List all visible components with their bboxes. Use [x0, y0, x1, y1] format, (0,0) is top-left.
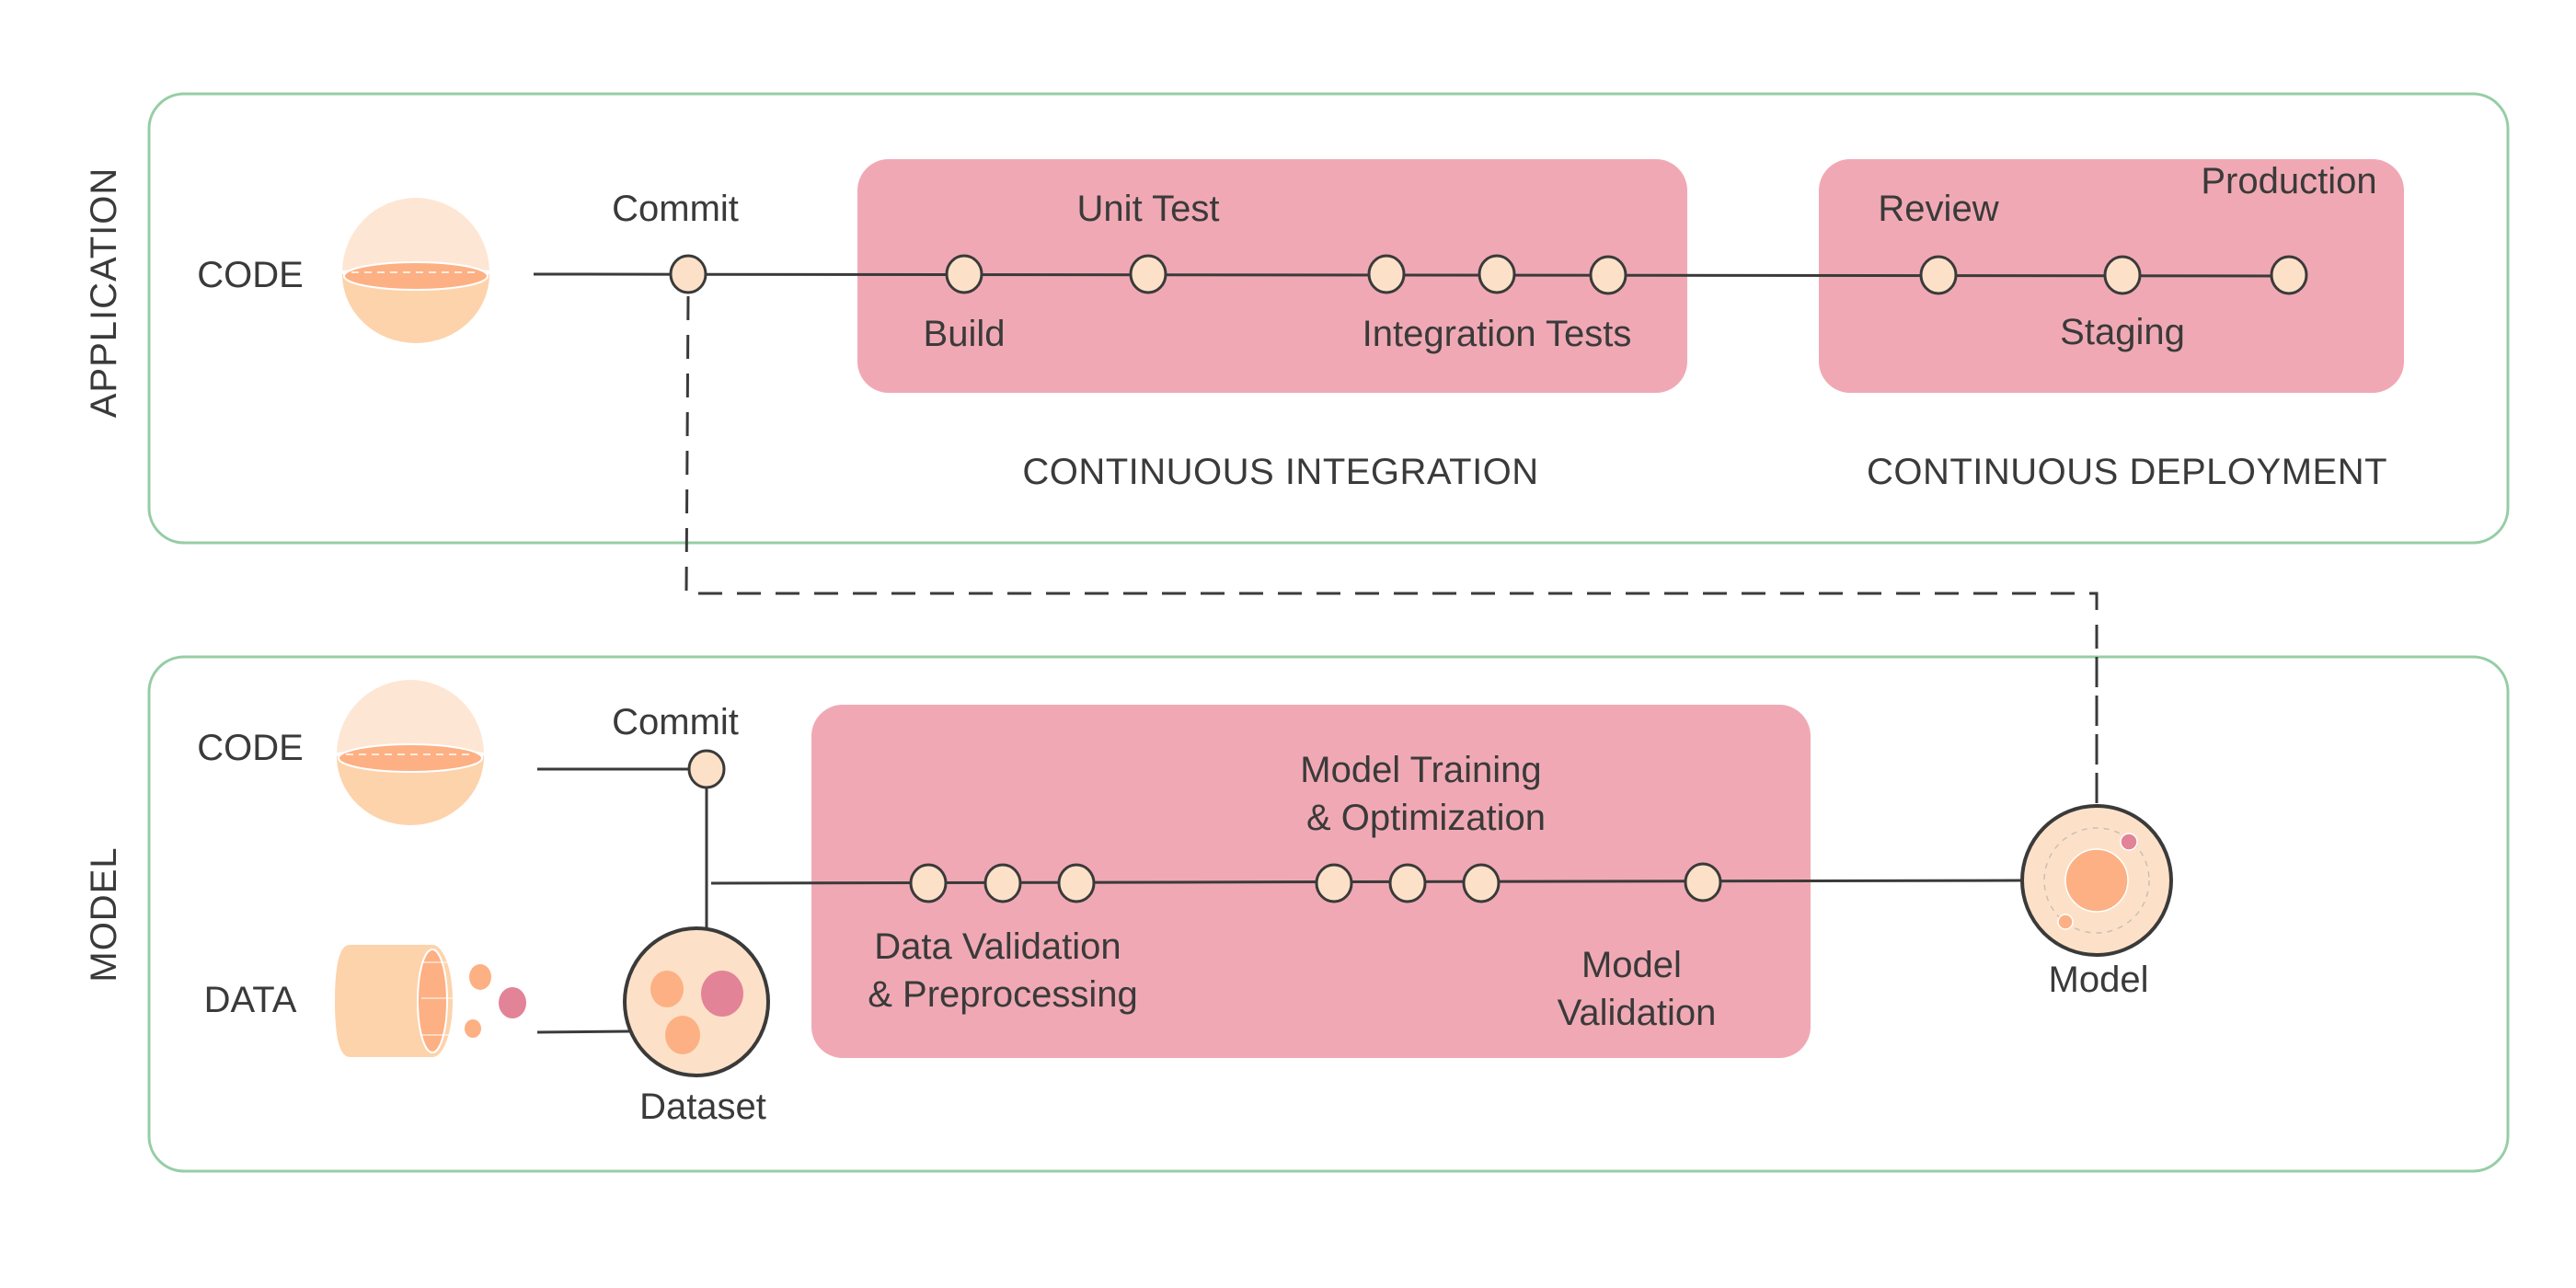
app-commit-label: Commit — [612, 189, 739, 229]
integration-tests-label: Integration Tests — [1363, 314, 1632, 354]
dataset-icon[interactable] — [623, 926, 770, 1077]
staging-node[interactable] — [2103, 255, 2142, 295]
data-validation-node-1[interactable] — [909, 863, 948, 903]
review-label: Review — [1878, 189, 1998, 229]
model-commit-label: Commit — [612, 702, 739, 742]
cd-title: CONTINUOUS DEPLOYMENT — [1867, 452, 2387, 492]
application-section-label: APPLICATION — [84, 167, 124, 419]
app-pipeline-line — [533, 272, 2290, 278]
staging-label: Staging — [2060, 312, 2185, 352]
production-node[interactable] — [2270, 255, 2308, 295]
model-code-icon — [337, 680, 484, 825]
build-label: Build — [924, 314, 1006, 354]
model-validation-node[interactable] — [1684, 862, 1722, 903]
model-training-node-3[interactable] — [1462, 863, 1501, 903]
data-validation-node-3[interactable] — [1057, 863, 1096, 903]
app-commit-node[interactable] — [669, 254, 707, 294]
unit-test-node[interactable] — [1129, 254, 1167, 294]
mlops-diagram: APPLICATION MODEL CODE Commit Build Unit… — [84, 92, 2510, 1173]
build-node[interactable] — [945, 254, 983, 294]
model-code-label: CODE — [197, 728, 304, 768]
dataset-label: Dataset — [639, 1087, 766, 1127]
model-commit-node[interactable] — [687, 749, 726, 789]
production-label: Production — [2201, 161, 2376, 201]
data-validation-node-2[interactable] — [983, 863, 1022, 903]
model-label: Model — [2049, 960, 2149, 1000]
code-icon — [342, 198, 489, 343]
app-code-label: CODE — [197, 255, 304, 295]
model-icon[interactable] — [2020, 804, 2173, 957]
data-to-dataset-line — [536, 1029, 631, 1034]
integration-test-node-3[interactable] — [1589, 255, 1627, 295]
ci-title: CONTINUOUS INTEGRATION — [1022, 452, 1538, 492]
review-node[interactable] — [1919, 255, 1958, 295]
model-training-node-2[interactable] — [1388, 863, 1427, 903]
data-label: DATA — [204, 980, 297, 1020]
integration-test-node-2[interactable] — [1478, 254, 1516, 294]
unit-test-label: Unit Test — [1077, 189, 1220, 229]
model-section-label: MODEL — [84, 846, 124, 982]
model-training-node-1[interactable] — [1315, 863, 1353, 903]
data-cylinder-icon — [335, 945, 526, 1057]
integration-test-node-1[interactable] — [1367, 254, 1406, 294]
